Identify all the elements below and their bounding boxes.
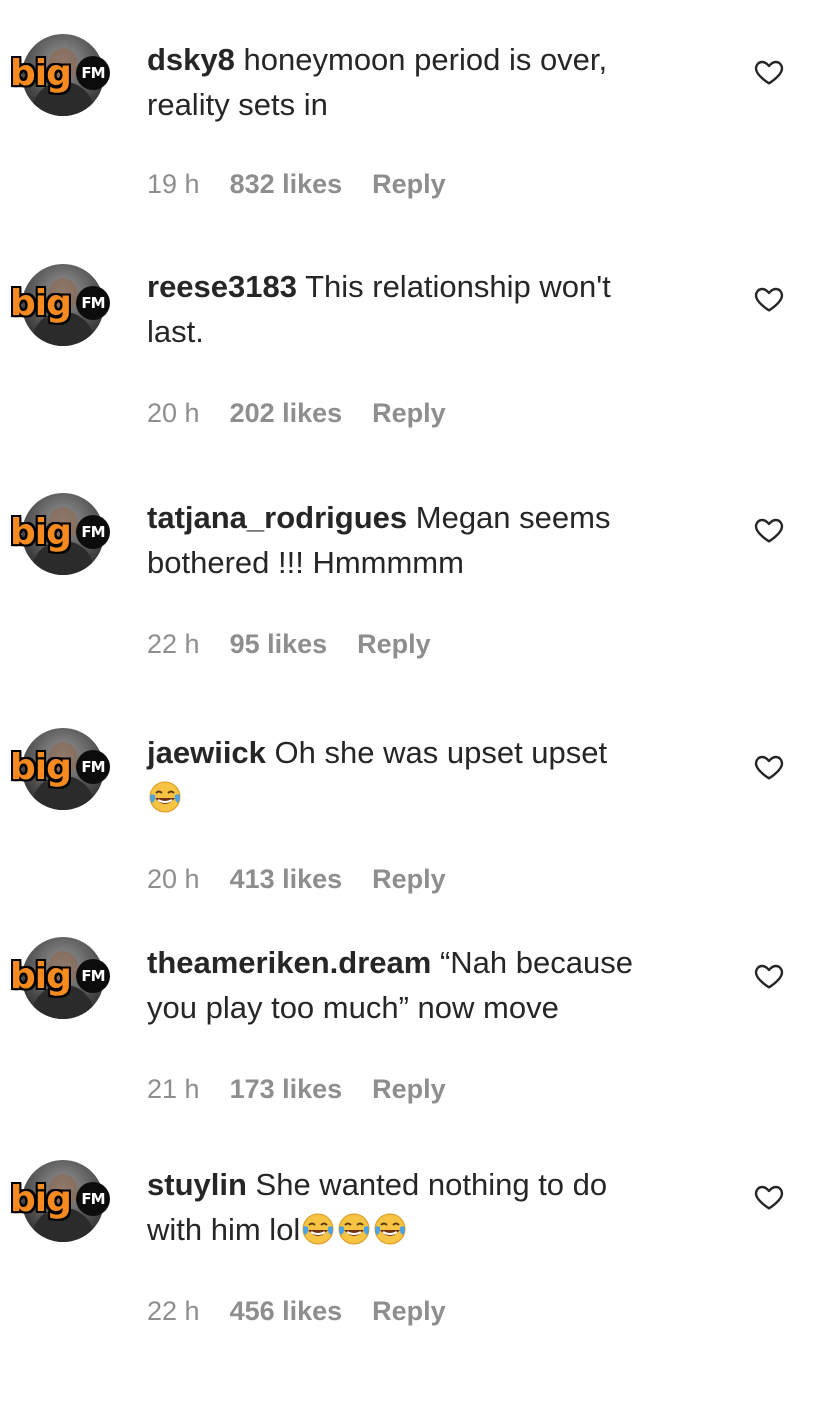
bigfm-logo: big FM [10,513,120,557]
bigfm-logo-fm: FM [76,1182,110,1216]
bigfm-logo: big FM [10,284,120,328]
comment-username[interactable]: reese3183 [147,269,297,304]
bigfm-logo-big: big [10,283,72,324]
comment-text: theameriken.dream “Nah because you play t… [147,940,737,1030]
comment-time[interactable]: 21 h [147,1073,200,1105]
bigfm-logo-fm: FM [76,750,110,784]
reply-button[interactable]: Reply [372,1295,446,1327]
like-heart-icon[interactable] [752,1181,786,1213]
comment-time[interactable]: 20 h [147,397,200,429]
comment-emojis [300,1212,408,1247]
reply-button[interactable]: Reply [372,863,446,895]
bigfm-logo-fm: FM [76,959,110,993]
like-heart-icon[interactable] [752,960,786,992]
avatar[interactable]: big FM [10,1160,120,1245]
bigfm-logo-big: big [10,747,72,788]
comment-likes[interactable]: 832 likes [230,168,343,200]
comment-meta: 19 h 832 likes Reply [147,168,476,200]
bigfm-logo-big: big [10,53,72,94]
avatar[interactable]: big FM [10,34,120,119]
comment-time[interactable]: 22 h [147,1295,200,1327]
bigfm-logo: big FM [10,957,120,1001]
face-with-tears-of-joy-emoji [300,1212,336,1246]
comment-body: Oh she was upset upset [274,735,608,770]
reply-button[interactable]: Reply [357,628,431,660]
comment-text: stuylin She wanted nothing to do with him… [147,1162,737,1252]
comment-meta: 22 h 456 likes Reply [147,1295,476,1327]
comment-username[interactable]: jaewiick [147,735,266,770]
comment-meta: 20 h 202 likes Reply [147,397,476,429]
comment-username[interactable]: stuylin [147,1167,247,1202]
like-heart-icon[interactable] [752,514,786,546]
bigfm-logo: big FM [10,54,120,98]
comment-meta: 21 h 173 likes Reply [147,1073,476,1105]
comment-time[interactable]: 22 h [147,628,200,660]
bigfm-logo-big: big [10,1179,72,1220]
bigfm-logo-fm: FM [76,515,110,549]
bigfm-logo: big FM [10,1180,120,1224]
bigfm-logo-fm: FM [76,286,110,320]
face-with-tears-of-joy-emoji [336,1212,372,1246]
reply-button[interactable]: Reply [372,1073,446,1105]
comment-username[interactable]: theameriken.dream [147,945,431,980]
avatar[interactable]: big FM [10,493,120,578]
comment-text: jaewiick Oh she was upset upset [147,730,737,820]
comment-text: reese3183 This relationship won't last. [147,264,737,354]
avatar[interactable]: big FM [10,937,120,1022]
comment-username[interactable]: dsky8 [147,42,235,77]
reply-button[interactable]: Reply [372,168,446,200]
like-heart-icon[interactable] [752,283,786,315]
comment-likes[interactable]: 456 likes [230,1295,343,1327]
comment-likes[interactable]: 173 likes [230,1073,343,1105]
bigfm-logo: big FM [10,748,120,792]
face-with-tears-of-joy-emoji [372,1212,408,1246]
bigfm-logo-big: big [10,512,72,553]
reply-button[interactable]: Reply [372,397,446,429]
comment-username[interactable]: tatjana_rodrigues [147,500,407,535]
comment-emojis [147,780,183,815]
avatar[interactable]: big FM [10,264,120,349]
comment-meta: 22 h 95 likes Reply [147,628,461,660]
bigfm-logo-big: big [10,956,72,997]
comment-meta: 20 h 413 likes Reply [147,863,476,895]
comment-text: dsky8 honeymoon period is over, reality s… [147,37,737,127]
comment-likes[interactable]: 95 likes [230,628,328,660]
comment-likes[interactable]: 413 likes [230,863,343,895]
comment-likes[interactable]: 202 likes [230,397,343,429]
avatar[interactable]: big FM [10,728,120,813]
like-heart-icon[interactable] [752,56,786,88]
comment-text: tatjana_rodrigues Megan seems bothered !!… [147,495,737,585]
comment-time[interactable]: 20 h [147,863,200,895]
like-heart-icon[interactable] [752,751,786,783]
face-with-tears-of-joy-emoji [147,780,183,814]
comment-time[interactable]: 19 h [147,168,200,200]
bigfm-logo-fm: FM [76,56,110,90]
